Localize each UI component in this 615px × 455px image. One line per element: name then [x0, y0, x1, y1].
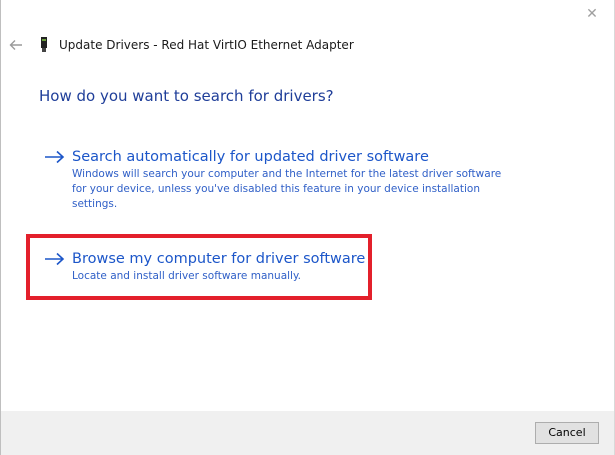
search-automatically-link[interactable]: Search automatically for updated driver …: [72, 149, 429, 165]
back-arrow-icon[interactable]: [7, 36, 25, 54]
arrow-right-icon: [45, 150, 65, 164]
page-heading: How do you want to search for drivers?: [39, 87, 334, 105]
dialog-title: Update Drivers - Red Hat VirtIO Ethernet…: [59, 38, 354, 52]
search-automatically-option[interactable]: Search automatically for updated driver …: [44, 147, 514, 212]
highlight-annotation-box: [26, 234, 372, 300]
cancel-button[interactable]: Cancel: [535, 422, 599, 444]
dialog-title-row: Update Drivers - Red Hat VirtIO Ethernet…: [39, 36, 354, 54]
update-drivers-dialog: ✕ Update Drivers - Red Hat VirtIO Ethern…: [0, 0, 615, 455]
close-icon[interactable]: ✕: [582, 4, 602, 24]
network-adapter-icon: [41, 37, 47, 52]
search-automatically-description: Windows will search your computer and th…: [72, 168, 502, 210]
window-left-border: [0, 0, 1, 455]
dialog-footer: [1, 411, 614, 455]
